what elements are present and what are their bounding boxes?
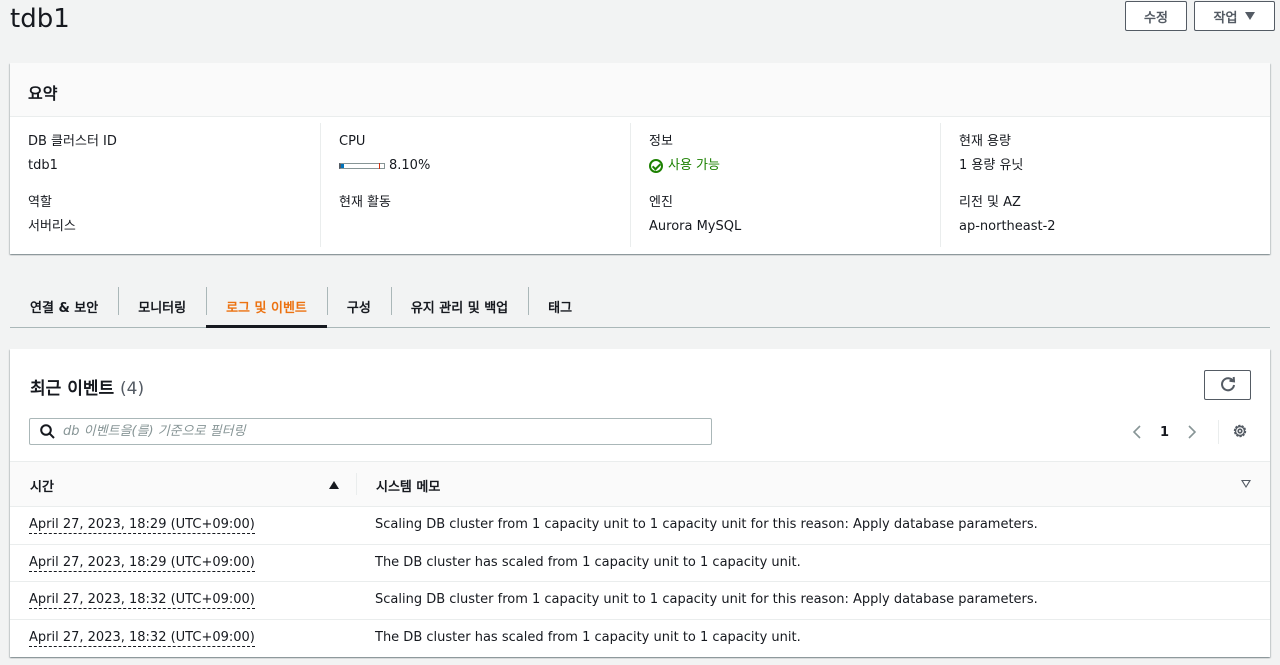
engine-value: Aurora MySQL — [649, 219, 742, 234]
event-time-link[interactable]: April 27, 2023, 18:29 (UTC+09:00) — [29, 555, 255, 572]
column-header-memo[interactable]: 시스템 메모 — [376, 476, 440, 495]
cpu-progress-bar — [339, 163, 385, 169]
cpu-label: CPU — [339, 134, 366, 149]
summary-column-1: DB 클러스터 ID tdb1 역할 서버리스 — [10, 123, 320, 247]
sort-ascending-icon[interactable] — [329, 481, 339, 489]
table-row: April 27, 2023, 18:32 (UTC+09:00) The DB… — [10, 620, 1270, 658]
cluster-id-label: DB 클러스터 ID — [28, 134, 117, 149]
tab-tags[interactable]: 태그 — [528, 285, 592, 327]
refresh-button[interactable] — [1204, 370, 1251, 400]
summary-column-2: CPU 8.10% 현재 활동 — [320, 123, 630, 247]
cpu-value: 8.10% — [389, 158, 431, 173]
check-circle-icon — [649, 159, 663, 173]
sort-descending-icon[interactable] — [1241, 480, 1251, 488]
table-row: April 27, 2023, 18:32 (UTC+09:00) Scalin… — [10, 582, 1270, 620]
tab-monitoring[interactable]: 모니터링 — [118, 285, 206, 327]
tab-maintenance-backup[interactable]: 유지 관리 및 백업 — [390, 285, 528, 327]
engine-label: 엔진 — [649, 195, 673, 210]
page-title: tdb1 — [10, 4, 70, 34]
tab-connectivity-security[interactable]: 연결 & 보안 — [10, 285, 118, 327]
event-memo: The DB cluster has scaled from 1 capacit… — [375, 554, 801, 570]
table-row: April 27, 2023, 18:29 (UTC+09:00) Scalin… — [10, 507, 1270, 545]
tab-bar: 연결 & 보안 모니터링 로그 및 이벤트 구성 유지 관리 및 백업 태그 — [10, 285, 1270, 328]
events-table-header: 시간 시스템 메모 — [10, 461, 1270, 507]
search-icon — [40, 424, 55, 439]
event-time-link[interactable]: April 27, 2023, 18:32 (UTC+09:00) — [29, 592, 255, 609]
chevron-right-icon[interactable] — [1187, 424, 1197, 440]
chevron-left-icon[interactable] — [1132, 424, 1142, 440]
tab-logs-events[interactable]: 로그 및 이벤트 — [206, 285, 327, 328]
event-memo: The DB cluster has scaled from 1 capacit… — [375, 629, 801, 645]
capacity-value: 1 용량 유닛 — [959, 158, 1024, 173]
refresh-icon — [1220, 376, 1235, 392]
summary-panel: 요약 DB 클러스터 ID tdb1 역할 서버리스 CPU 8.10% 현재 … — [10, 63, 1270, 254]
edit-button[interactable]: 수정 — [1125, 1, 1187, 31]
summary-column-4: 현재 용량 1 용량 유닛 리전 및 AZ ap-northeast-2 — [940, 123, 1250, 247]
cpu-threshold-marker — [379, 163, 380, 169]
recent-events-panel: 최근 이벤트 (4) 1 시간 시스템 메모 — [10, 349, 1270, 657]
pager-divider — [1218, 420, 1219, 444]
gear-icon[interactable] — [1232, 423, 1248, 439]
pagination: 1 — [1132, 421, 1197, 443]
status-available: 사용 가능 — [668, 158, 720, 173]
cluster-id-value: tdb1 — [28, 158, 58, 173]
events-title: 최근 이벤트 (4) — [30, 374, 144, 399]
region-label: 리전 및 AZ — [959, 195, 1021, 210]
table-row: April 27, 2023, 18:29 (UTC+09:00) The DB… — [10, 545, 1270, 582]
tab-configuration[interactable]: 구성 — [326, 285, 391, 327]
event-memo: Scaling DB cluster from 1 capacity unit … — [375, 592, 1038, 607]
events-table-body: April 27, 2023, 18:29 (UTC+09:00) Scalin… — [10, 507, 1270, 657]
events-search-input[interactable] — [63, 424, 711, 439]
caret-down-icon — [1245, 12, 1256, 20]
role-label: 역할 — [28, 195, 52, 210]
activity-label: 현재 활동 — [339, 195, 391, 210]
events-count: (4) — [120, 379, 145, 399]
actions-dropdown-button[interactable]: 작업 — [1194, 1, 1275, 31]
page-number[interactable]: 1 — [1160, 425, 1169, 440]
events-title-text: 최근 이벤트 — [30, 379, 115, 399]
region-value: ap-northeast-2 — [959, 219, 1056, 234]
role-value: 서버리스 — [28, 219, 76, 234]
summary-title: 요약 — [10, 63, 1270, 117]
events-search-field[interactable] — [29, 418, 712, 445]
column-divider[interactable] — [356, 473, 357, 495]
event-time-link[interactable]: April 27, 2023, 18:32 (UTC+09:00) — [29, 630, 255, 647]
cpu-progress-fill — [341, 164, 345, 168]
column-header-time[interactable]: 시간 — [30, 476, 54, 495]
info-label: 정보 — [649, 134, 673, 149]
actions-label: 작업 — [1213, 10, 1238, 26]
event-time-link[interactable]: April 27, 2023, 18:29 (UTC+09:00) — [29, 517, 255, 534]
capacity-label: 현재 용량 — [959, 134, 1011, 149]
summary-column-3: 정보 사용 가능 엔진 Aurora MySQL — [630, 123, 940, 247]
event-memo: Scaling DB cluster from 1 capacity unit … — [375, 517, 1038, 532]
